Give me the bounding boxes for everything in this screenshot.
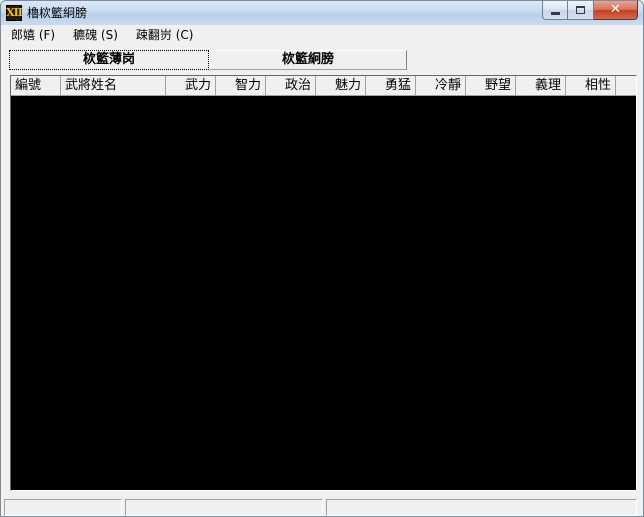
column-header-name[interactable]: 武將姓名 xyxy=(61,76,166,96)
grid-header: 編號 武將姓名 武力 智力 政治 魅力 勇猛 冷靜 野望 義理 相性 xyxy=(11,76,636,96)
menu-bar: 郎嬉 (F) 穮磈 (S) 疎翻岃 (C) xyxy=(1,26,643,45)
close-button[interactable]: ✕ xyxy=(594,1,638,20)
column-header-ambition[interactable]: 野望 xyxy=(466,76,516,96)
column-header-loyalty[interactable]: 義理 xyxy=(516,76,566,96)
column-header-filler xyxy=(616,76,636,96)
status-bar xyxy=(1,497,643,516)
window-title: 櫓栨籃絅膀 xyxy=(27,6,88,20)
maximize-button[interactable] xyxy=(568,1,594,20)
tab-detail[interactable]: 栨籃絅膀 xyxy=(209,50,407,70)
column-header-charm[interactable]: 魅力 xyxy=(316,76,366,96)
status-pane-2 xyxy=(125,499,323,516)
menu-file[interactable]: 郎嬉 (F) xyxy=(5,26,61,45)
minimize-icon xyxy=(550,11,560,15)
tab-strip: 栨籃薄岗 栨籃絅膀 xyxy=(9,50,407,70)
close-icon: ✕ xyxy=(610,2,621,17)
tab-list[interactable]: 栨籃薄岗 xyxy=(9,50,209,70)
column-header-war[interactable]: 武力 xyxy=(166,76,216,96)
maximize-icon xyxy=(576,6,585,14)
minimize-button[interactable] xyxy=(542,1,568,20)
menu-config[interactable]: 疎翻岃 (C) xyxy=(130,26,200,45)
status-pane-3 xyxy=(326,499,637,516)
officer-grid[interactable]: 編號 武將姓名 武力 智力 政治 魅力 勇猛 冷靜 野望 義理 相性 xyxy=(10,75,637,491)
column-header-bravery[interactable]: 勇猛 xyxy=(366,76,416,96)
menu-settings[interactable]: 穮磈 (S) xyxy=(67,26,124,45)
app-icon[interactable]: XII xyxy=(6,5,23,21)
status-pane-1 xyxy=(4,499,122,516)
column-header-calm[interactable]: 冷靜 xyxy=(416,76,466,96)
caption-buttons: ✕ xyxy=(542,1,638,20)
column-header-affinity[interactable]: 相性 xyxy=(566,76,616,96)
main-window: XII 櫓栨籃絅膀 ✕ 郎嬉 (F) 穮磈 (S) 疎翻岃 (C) 栨籃薄岗 栨… xyxy=(0,0,644,517)
title-bar[interactable]: XII 櫓栨籃絅膀 ✕ xyxy=(1,1,643,25)
column-header-intelligence[interactable]: 智力 xyxy=(216,76,266,96)
app-icon-glyph: XII xyxy=(6,6,23,19)
column-header-politics[interactable]: 政治 xyxy=(266,76,316,96)
column-header-id[interactable]: 編號 xyxy=(11,76,61,96)
